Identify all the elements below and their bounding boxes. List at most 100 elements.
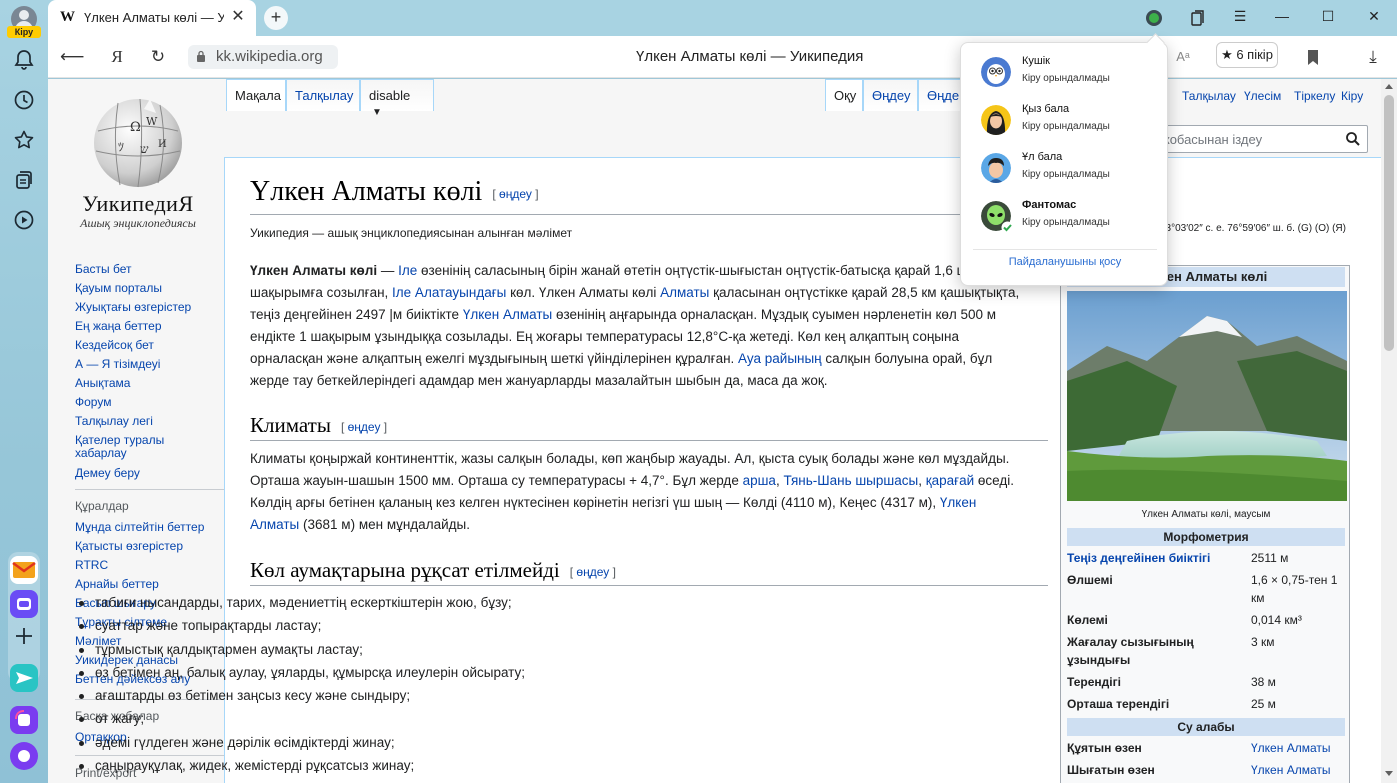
nav-link[interactable]: Анықтама	[75, 374, 245, 393]
variant-label: disable	[369, 88, 411, 103]
inline-link[interactable]: Үлкен	[940, 495, 976, 510]
personal-link-talk[interactable]: Талқылау	[1182, 89, 1236, 103]
bold-term: Үлкен Алматы көлі	[250, 263, 378, 278]
scroll-up-icon[interactable]	[1385, 84, 1393, 89]
inline-link[interactable]: Үлкен Алматы	[463, 307, 552, 322]
reload-icon[interactable]: ↻	[147, 46, 169, 68]
messenger-icon[interactable]	[10, 590, 38, 618]
search-input[interactable]: жобасынан іздеу	[1152, 125, 1368, 153]
personal-link-register[interactable]: Тіркелу	[1294, 89, 1335, 103]
infobox-value: 1,6 × 0,75-тен 1 км	[1251, 573, 1338, 605]
active-tab[interactable]: W Үлкен Алматы көлі — Уикипедия ✕	[48, 0, 256, 36]
menu-icon[interactable]: ☰	[1229, 8, 1251, 28]
scroll-down-icon[interactable]	[1385, 771, 1393, 776]
yandex-icon[interactable]: Я	[106, 46, 128, 68]
infobox-key: Құятын өзен	[1067, 741, 1142, 755]
window-close-icon[interactable]: ✕	[1363, 8, 1385, 28]
bookmark-page-icon[interactable]	[1302, 46, 1324, 68]
nav-link[interactable]: Талқылау легі	[75, 412, 245, 431]
nav-link[interactable]: RTRC	[75, 556, 245, 575]
inline-link[interactable]: арша	[743, 473, 776, 488]
protect-shield-icon[interactable]	[1143, 8, 1165, 28]
scrollbar-thumb[interactable]	[1384, 95, 1394, 351]
history-clock-icon[interactable]	[12, 88, 36, 112]
inline-link[interactable]: Іле Алатауындағы	[392, 285, 506, 300]
infobox-value-link[interactable]: Үлкен Алматы	[1251, 761, 1347, 779]
wikipedia-globe-logo-icon[interactable]: Ω W ﾂ ש И	[88, 91, 188, 191]
nav-link[interactable]: Қауым порталы	[75, 279, 245, 298]
account-item[interactable]: Ұл бала Кіру орындалмады	[979, 149, 1164, 189]
reviews-button[interactable]: ★ 6 пікір	[1216, 42, 1278, 68]
list-item: табиғи нысандарды, тарих, мәдениеттің ес…	[73, 591, 863, 614]
tab-close-icon[interactable]: ✕	[228, 7, 248, 27]
nav-link[interactable]: Ең жаңа беттер	[75, 317, 245, 336]
new-tab-button[interactable]: +	[264, 6, 288, 30]
heading-rule	[250, 585, 1048, 586]
bookmarks-bar-icon[interactable]	[1186, 8, 1208, 28]
restricted-list: табиғи нысандарды, тарих, мәдениеттің ес…	[73, 591, 863, 777]
nav-main: Басты бет Қауым порталы Жуықтағы өзгеріс…	[75, 260, 245, 483]
nav-link[interactable]: Жуықтағы өзгерістер	[75, 298, 245, 317]
nav-link[interactable]: Форум	[75, 393, 245, 412]
infobox-key[interactable]: Теңіз деңгейінен биіктігі	[1067, 549, 1247, 567]
lake-photo[interactable]	[1067, 291, 1347, 501]
inline-link[interactable]: Алматы	[250, 517, 299, 532]
nav-link[interactable]: Кездейсоқ бет	[75, 336, 245, 355]
back-icon[interactable]: ⟵	[60, 46, 84, 68]
url-text: kk.wikipedia.org	[216, 48, 323, 65]
nav-link[interactable]: Қателер туралы хабарлау	[75, 434, 185, 460]
play-icon[interactable]	[12, 208, 36, 232]
nav-separator	[75, 489, 225, 490]
tab-read[interactable]: Оқу	[825, 79, 863, 111]
translate-icon[interactable]: Aᵃ	[1172, 46, 1194, 68]
variant-dropdown[interactable]: disable ▼	[360, 79, 434, 118]
personal-link-login[interactable]: Кіру	[1341, 89, 1363, 103]
nav-link[interactable]: А — Я тізімдеуі	[75, 355, 245, 374]
inline-link[interactable]: Ауа райының	[738, 351, 822, 366]
account-item-active[interactable]: Фантомас Кіру орындалмады	[979, 197, 1164, 237]
section-heading-restricted: Көл аумақтарына рұқсат етілмейді [ өңдеу …	[250, 558, 616, 583]
edit-link[interactable]: өңдеу	[576, 565, 609, 579]
personal-link-contribs[interactable]: Үлесім	[1244, 89, 1281, 103]
account-item[interactable]: Қыз бала Кіру орындалмады	[979, 101, 1164, 141]
tab-edit[interactable]: Өңдеу	[863, 79, 918, 111]
coordinates[interactable]: 43°03′02″ с. е. 76°59′06″ ш. б. (G) (O) …	[1160, 223, 1346, 234]
edit-link[interactable]: өңдеу	[499, 187, 532, 201]
infobox-key: Жағалау сызығының ұзындығы	[1067, 635, 1194, 667]
account-item[interactable]: Кушік Кіру орындалмады	[979, 53, 1164, 93]
edit-link[interactable]: өңдеу	[348, 420, 381, 434]
infobox-key: Өлшемі	[1067, 573, 1113, 587]
infobox-key: Көлемі	[1067, 613, 1108, 627]
inline-link[interactable]: Іле	[398, 263, 417, 278]
page-scrollbar[interactable]	[1381, 79, 1397, 783]
alice-assistant-icon[interactable]	[10, 742, 38, 770]
nav-link[interactable]: Мұнда сілтейтін беттер	[75, 518, 245, 537]
tab-article[interactable]: Мақала	[226, 79, 286, 111]
search-icon[interactable]	[1345, 131, 1361, 147]
mail-icon[interactable]	[10, 556, 38, 584]
maximize-icon[interactable]: ☐	[1317, 8, 1339, 28]
infobox-value-link[interactable]: Үлкен Алматы	[1251, 739, 1347, 757]
collections-icon[interactable]	[12, 168, 36, 192]
send-app-icon[interactable]	[10, 664, 38, 692]
inline-link[interactable]: Алматы	[660, 285, 709, 300]
minimize-icon[interactable]: —	[1271, 8, 1293, 28]
nav-link[interactable]: Басты бет	[75, 260, 245, 279]
wikipedia-wordmark[interactable]: УикипедиЯ	[68, 191, 208, 217]
tab-talk[interactable]: Талқылау	[286, 79, 360, 111]
inline-link[interactable]: Тянь-Шань шыршасы	[783, 473, 918, 488]
nav-link[interactable]: Демеу беру	[75, 464, 245, 483]
inline-link[interactable]: қарағай	[926, 473, 974, 488]
bookmarks-star-icon[interactable]	[12, 128, 36, 152]
alice-app-icon[interactable]	[10, 706, 38, 734]
account-name: Кушік	[1022, 55, 1050, 67]
edit-section: [ өңдеу ]	[492, 186, 539, 201]
nav-link[interactable]: Қатысты өзгерістер	[75, 537, 245, 556]
add-app-icon[interactable]	[10, 622, 38, 650]
bell-icon[interactable]	[12, 48, 36, 72]
add-user-button[interactable]: Пайдаланушыны қосу	[961, 256, 1169, 268]
infobox-value: 25 м	[1251, 697, 1276, 711]
login-badge[interactable]: Кіру	[7, 26, 41, 38]
address-bar[interactable]: kk.wikipedia.org	[188, 45, 338, 69]
downloads-icon[interactable]: ⤓	[1362, 46, 1384, 68]
